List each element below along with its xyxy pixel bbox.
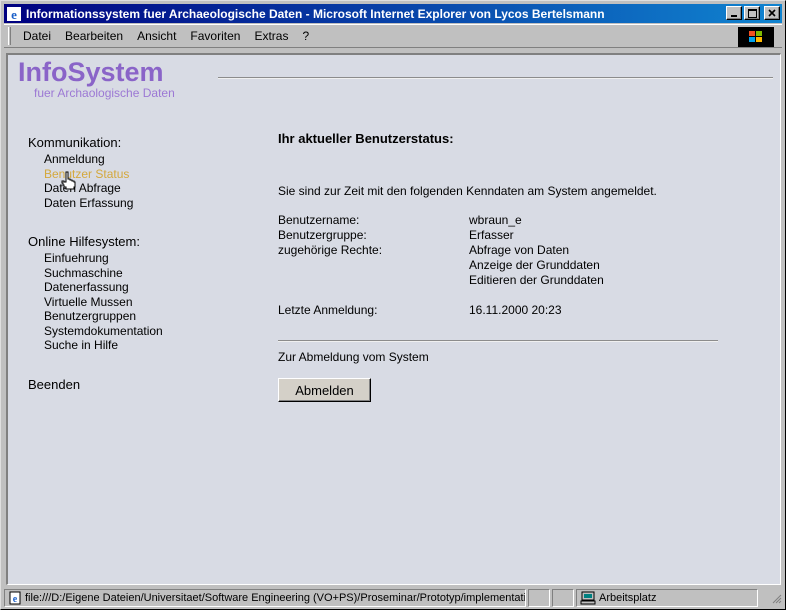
page-icon: e: [8, 591, 22, 605]
nav-link-suchmaschine[interactable]: Suchmaschine: [44, 266, 258, 281]
status-zone-panel: Arbeitsplatz: [576, 589, 758, 607]
nav-link-einfuehrung[interactable]: Einfuehrung: [44, 251, 258, 266]
nav-help-title: Online Hilfesystem:: [28, 234, 140, 249]
nav-link-benutzergruppen[interactable]: Benutzergruppen: [44, 309, 258, 324]
menu-datei[interactable]: Datei: [16, 29, 58, 43]
group-value: Erfasser: [469, 228, 514, 242]
ie-icon: e: [6, 6, 22, 22]
maximize-button[interactable]: [744, 6, 760, 20]
content-divider: [278, 340, 718, 342]
nav-group-help: Online Hilfesystem: Einfuehrung Suchmasc…: [28, 234, 258, 353]
nav-communication-title: Kommunikation:: [28, 135, 122, 150]
close-button[interactable]: [764, 6, 780, 20]
toolbar-grip[interactable]: [8, 27, 11, 45]
nav-link-datenerfassung[interactable]: Datenerfassung: [44, 280, 258, 295]
nav-link-suche-in-hilfe[interactable]: Suche in Hilfe: [44, 338, 258, 353]
menu-ansicht[interactable]: Ansicht: [130, 29, 183, 43]
last-login-label: Letzte Anmeldung:: [278, 303, 378, 317]
nav-link-virtuelle-mussen[interactable]: Virtuelle Mussen: [44, 295, 258, 310]
right-item: Abfrage von Daten: [469, 243, 570, 257]
last-login-value: 16.11.2000 20:23: [469, 303, 562, 317]
user-details: Benutzername: wbraun_e Benutzergruppe: E…: [278, 213, 728, 318]
computer-icon: [580, 591, 596, 605]
status-panel-security: [552, 589, 574, 607]
nav-link-anmeldung[interactable]: Anmeldung: [44, 152, 258, 167]
status-panel-progress: [528, 589, 550, 607]
username-value: wbraun_e: [469, 213, 522, 227]
svg-text:e: e: [13, 594, 18, 605]
menu-bar: Datei Bearbeiten Ansicht Favoriten Extra…: [4, 24, 782, 48]
right-item: Anzeige der Grunddaten: [469, 258, 600, 272]
logo-subtitle: fuer Archaologische Daten: [34, 86, 175, 100]
logout-button[interactable]: Abmelden: [278, 378, 371, 402]
nav-link-daten-erfassung[interactable]: Daten Erfassung: [44, 196, 258, 211]
username-label: Benutzername:: [278, 213, 360, 227]
group-label: Benutzergruppe:: [278, 228, 367, 242]
right-item: Editieren der Grunddaten: [469, 273, 604, 287]
menu-extras[interactable]: Extras: [247, 29, 295, 43]
hand-pointer-icon: [61, 171, 77, 194]
status-url: file:///D:/Eigene Dateien/Universitaet/S…: [25, 592, 526, 604]
resize-grip-icon[interactable]: [770, 592, 782, 604]
header-divider: [218, 77, 773, 79]
menu-help[interactable]: ?: [295, 29, 316, 43]
title-bar[interactable]: e Informationssystem fuer Archaeologisch…: [4, 4, 782, 23]
minimize-button[interactable]: [726, 6, 742, 20]
page-content: InfoSystem fuer Archaologische Daten Kom…: [6, 53, 781, 585]
menu-favoriten[interactable]: Favoriten: [183, 29, 247, 43]
logout-text: Zur Abmeldung vom System: [278, 350, 429, 364]
svg-text:e: e: [11, 7, 17, 21]
status-url-panel: e file:///D:/Eigene Dateien/Universitaet…: [4, 589, 526, 607]
status-bar: e file:///D:/Eigene Dateien/Universitaet…: [4, 588, 782, 608]
menu-bearbeiten[interactable]: Bearbeiten: [58, 29, 130, 43]
rights-list: Abfrage von Daten Anzeige der Grunddaten…: [469, 243, 728, 288]
rights-label: zugehörige Rechte:: [278, 243, 383, 257]
window-title: Informationssystem fuer Archaeologische …: [26, 6, 605, 21]
status-zone: Arbeitsplatz: [599, 592, 657, 604]
status-intro-text: Sie sind zur Zeit mit den folgenden Kenn…: [278, 184, 657, 198]
site-logo: InfoSystem fuer Archaologische Daten: [18, 57, 175, 100]
browser-window: e Informationssystem fuer Archaeologisch…: [0, 0, 786, 610]
logo-title: InfoSystem: [18, 57, 164, 87]
main-panel: Ihr aktueller Benutzerstatus: Sie sind z…: [278, 131, 728, 402]
nav-link-beenden[interactable]: Beenden: [28, 377, 258, 392]
nav-link-systemdokumentation[interactable]: Systemdokumentation: [44, 324, 258, 339]
page-heading: Ihr aktueller Benutzerstatus:: [278, 131, 454, 146]
windows-logo-icon: [738, 27, 774, 47]
